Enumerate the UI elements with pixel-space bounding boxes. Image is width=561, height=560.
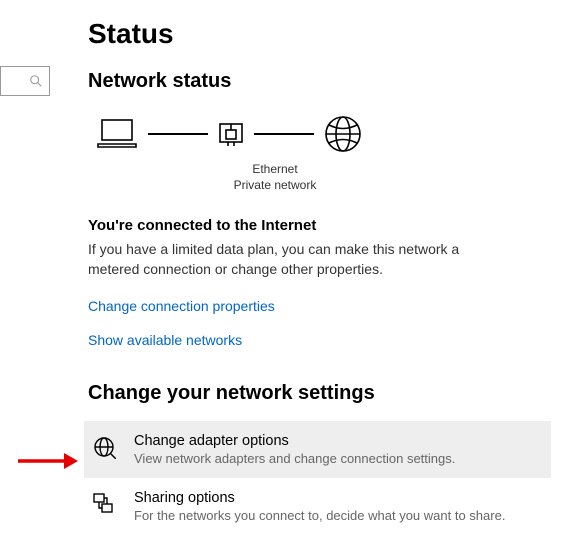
globe-icon <box>322 113 364 155</box>
connected-heading: You're connected to the Internet <box>88 217 551 234</box>
ethernet-icon <box>216 119 246 149</box>
network-diagram <box>94 113 551 155</box>
option-description: For the networks you connect to, decide … <box>134 508 543 523</box>
change-adapter-options-item[interactable]: Change adapter options View network adap… <box>84 421 551 478</box>
network-status-heading: Network status <box>88 70 551 93</box>
connection-line <box>148 133 208 135</box>
sharing-options-item[interactable]: Sharing options For the networks you con… <box>84 478 551 535</box>
sharing-icon <box>92 492 116 516</box>
change-network-settings-heading: Change your network settings <box>88 382 551 405</box>
page-title: Status <box>88 18 551 50</box>
search-icon <box>29 74 43 88</box>
search-input[interactable] <box>0 66 50 96</box>
option-title: Sharing options <box>134 490 543 506</box>
computer-icon <box>94 116 140 152</box>
option-description: View network adapters and change connect… <box>134 451 543 466</box>
option-title: Change adapter options <box>134 433 543 449</box>
network-profile-label: Private network <box>200 177 350 193</box>
connected-description: If you have a limited data plan, you can… <box>88 240 508 279</box>
connection-line <box>254 133 314 135</box>
adapter-globe-icon <box>92 435 116 459</box>
change-connection-properties-link[interactable]: Change connection properties <box>88 298 275 314</box>
connection-name-label: Ethernet <box>200 161 350 177</box>
annotation-arrow <box>12 449 78 473</box>
show-available-networks-link[interactable]: Show available networks <box>88 332 242 348</box>
